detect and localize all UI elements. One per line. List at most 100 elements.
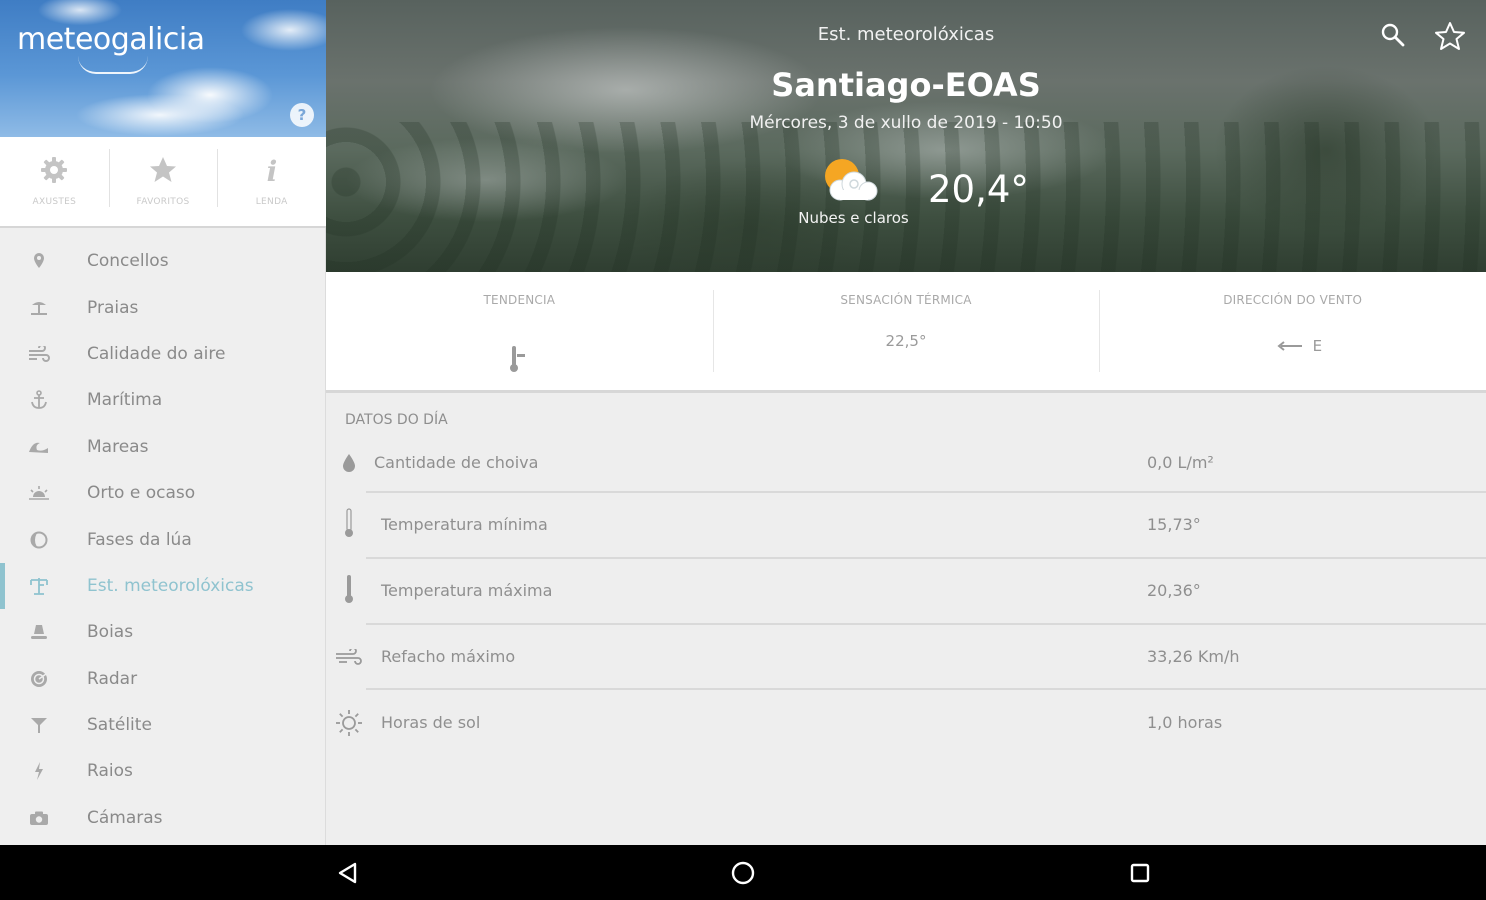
thermometer-low-icon <box>334 508 364 538</box>
recents-square-icon <box>1130 863 1150 883</box>
row-value: 1,0 horas <box>1147 713 1223 732</box>
air-quality-icon <box>28 343 50 365</box>
sun-icon <box>334 708 364 738</box>
menu-item-radar[interactable]: Radar <box>0 656 326 702</box>
menu-item-boias[interactable]: Boias <box>0 609 326 655</box>
day-data-title: DATOS DO DÍA <box>345 412 448 428</box>
menu-label: Fases da lúa <box>87 529 192 550</box>
beach-icon <box>28 297 50 319</box>
menu-item-mareas[interactable]: Mareas <box>0 424 326 470</box>
system-nav-bar <box>0 845 1486 900</box>
quick-actions: AXUSTES FAVORITOS i LENDA <box>0 137 326 228</box>
sun-cloud-icon <box>820 156 882 206</box>
menu-list: Concellos Praias Calidade do aire Maríti… <box>0 238 326 841</box>
search-button[interactable] <box>1380 22 1406 48</box>
menu-label: Marítima <box>87 390 163 411</box>
svg-text:i: i <box>266 155 277 185</box>
stat-feels-like: SENSACIÓN TÉRMICA 22,5° <box>712 272 1100 390</box>
stat-label: TENDENCIA <box>483 293 556 307</box>
app-root: meteogalicia ? AXUSTES FAVORITOS i LENDA… <box>0 0 1486 900</box>
home-circle-icon <box>731 861 755 885</box>
menu-item-satelite[interactable]: Satélite <box>0 702 326 748</box>
wave-icon <box>28 436 50 458</box>
lightning-icon <box>28 760 50 782</box>
camera-icon <box>28 807 50 829</box>
menu-label: Cámaras <box>87 807 163 828</box>
data-row-min-temp: Temperatura mínima 15,73° <box>326 493 1486 559</box>
star-outline-icon <box>1435 22 1465 50</box>
menu-label: Boias <box>87 622 134 643</box>
search-icon <box>1381 23 1405 47</box>
menu-item-praias[interactable]: Praias <box>0 284 326 330</box>
anchor-icon <box>28 389 50 411</box>
brand-header: meteogalicia ? <box>0 0 326 137</box>
legend-button[interactable]: i LENDA <box>217 137 326 226</box>
moon-icon <box>28 529 50 551</box>
favorite-button[interactable] <box>1434 20 1466 52</box>
current-stats: TENDENCIA SENSACIÓN TÉRMICA 22,5° DIRECC… <box>326 272 1486 393</box>
section-title: Est. meteorolóxicas <box>817 24 995 45</box>
menu-item-calidade-aire[interactable]: Calidade do aire <box>0 331 326 377</box>
navigation-drawer: meteogalicia ? AXUSTES FAVORITOS i LENDA… <box>0 0 326 845</box>
row-label: Temperatura mínima <box>381 515 548 534</box>
star-icon <box>146 153 180 187</box>
radar-icon <box>28 668 50 690</box>
data-row-wind-gust: Refacho máximo 33,26 Km/h <box>326 625 1486 690</box>
row-label: Horas de sol <box>381 713 481 732</box>
wind-gust-icon <box>334 642 364 672</box>
satellite-icon <box>28 714 50 736</box>
row-value: 0,0 L/m² <box>1147 453 1214 472</box>
menu-item-maritima[interactable]: Marítima <box>0 377 326 423</box>
location-pin-icon <box>28 250 50 272</box>
stat-wind-direction: DIRECCIÓN DO VENTO E <box>1099 272 1486 390</box>
logo-swoosh <box>78 56 148 74</box>
menu-item-raios[interactable]: Raios <box>0 748 326 794</box>
menu-label: Concellos <box>87 251 169 272</box>
help-button[interactable]: ? <box>290 103 314 127</box>
gear-icon <box>37 153 71 187</box>
menu-label: Radar <box>87 668 138 689</box>
recents-button[interactable] <box>1124 857 1156 889</box>
menu-item-orto-ocaso[interactable]: Orto e ocaso <box>0 470 326 516</box>
wind-direction-value: E <box>1312 337 1323 355</box>
forest-background <box>326 122 1486 272</box>
back-button[interactable] <box>331 857 363 889</box>
menu-item-concellos[interactable]: Concellos <box>0 238 326 284</box>
row-label: Cantidade de choiva <box>374 453 539 472</box>
favorites-button[interactable]: FAVORITOS <box>108 137 218 226</box>
row-label: Temperatura máxima <box>381 581 553 600</box>
observation-datetime: Mércores, 3 de xullo de 2019 - 10:50 <box>749 113 1063 133</box>
menu-label: Calidade do aire <box>87 343 226 364</box>
buoy-icon <box>28 621 50 643</box>
menu-item-fases-lua[interactable]: Fases da lúa <box>0 516 326 562</box>
settings-button[interactable]: AXUSTES <box>0 137 109 226</box>
row-value: 20,36° <box>1147 581 1201 600</box>
sunrise-icon <box>28 482 50 504</box>
menu-label: Praias <box>87 297 139 318</box>
home-button[interactable] <box>727 857 759 889</box>
legend-label: LENDA <box>255 197 288 207</box>
current-temperature: 20,4° <box>928 168 1029 211</box>
station-header: Est. meteorolóxicas Santiago-EOAS Mércor… <box>326 0 1486 272</box>
data-row-rain: Cantidade de choiva 0,0 L/m² <box>326 433 1486 493</box>
menu-label: Raios <box>87 761 133 782</box>
raindrop-icon <box>334 448 364 478</box>
weather-station-icon <box>28 575 50 597</box>
stat-trend: TENDENCIA <box>326 272 713 390</box>
thermometer-high-icon <box>334 574 364 604</box>
station-name: Santiago-EOAS <box>771 66 1041 104</box>
row-value: 15,73° <box>1147 515 1201 534</box>
wind-arrow-icon <box>1276 341 1302 351</box>
day-data-panel: DATOS DO DÍA Cantidade de choiva 0,0 L/m… <box>326 396 1486 845</box>
stat-label: SENSACIÓN TÉRMICA <box>840 293 972 307</box>
app-logo: meteogalicia <box>17 22 205 57</box>
menu-label: Orto e ocaso <box>87 483 196 504</box>
wind-direction-group: E <box>1269 337 1329 355</box>
data-row-max-temp: Temperatura máxima 20,36° <box>326 559 1486 625</box>
row-label: Refacho máximo <box>381 647 516 666</box>
settings-label: AXUSTES <box>32 197 77 207</box>
stat-label: DIRECCIÓN DO VENTO <box>1223 293 1363 307</box>
menu-item-estacions[interactable]: Est. meteorolóxicas <box>0 562 326 610</box>
menu-label: Mareas <box>87 436 149 457</box>
menu-item-camaras[interactable]: Cámaras <box>0 795 326 841</box>
